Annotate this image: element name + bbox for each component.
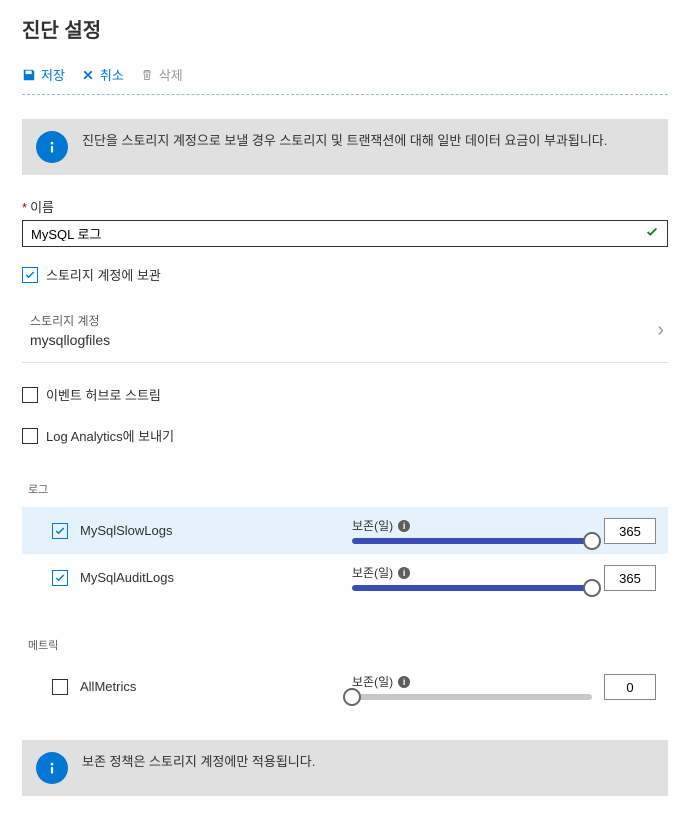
retention-slider[interactable] bbox=[352, 538, 592, 544]
eventhub-checkbox-row: 이벤트 허브로 스트림 bbox=[22, 385, 668, 404]
retention-label: 보존(일) bbox=[352, 517, 393, 534]
retention-slider[interactable] bbox=[352, 585, 592, 591]
storage-account-value: mysqllogfiles bbox=[30, 332, 657, 348]
metric-row: AllMetrics 보존(일) i bbox=[22, 663, 668, 710]
retention-input[interactable] bbox=[604, 518, 656, 544]
archive-storage-checkbox[interactable] bbox=[22, 267, 38, 283]
save-label: 저장 bbox=[41, 65, 65, 84]
valid-check-icon bbox=[645, 225, 659, 242]
logs-list: MySqlSlowLogs 보존(일) i MySqlAuditLogs 보존(일) i bbox=[22, 507, 668, 601]
log-checkbox[interactable] bbox=[52, 523, 68, 539]
slider-thumb[interactable] bbox=[583, 579, 601, 597]
delete-button[interactable]: 삭제 bbox=[140, 65, 183, 84]
loganalytics-checkbox[interactable] bbox=[22, 428, 38, 444]
eventhub-label: 이벤트 허브로 스트림 bbox=[46, 385, 161, 404]
archive-storage-checkbox-row: 스토리지 계정에 보관 bbox=[22, 265, 668, 284]
info-icon[interactable]: i bbox=[398, 567, 410, 579]
required-indicator: * bbox=[22, 200, 27, 215]
discard-label: 취소 bbox=[100, 65, 124, 84]
logs-section-label: 로그 bbox=[22, 481, 668, 497]
log-name: MySqlAuditLogs bbox=[80, 570, 174, 585]
metrics-section-label: 메트릭 bbox=[22, 637, 668, 653]
metric-name: AllMetrics bbox=[80, 679, 136, 694]
metrics-list: AllMetrics 보존(일) i bbox=[22, 663, 668, 710]
toolbar: 저장 취소 삭제 bbox=[22, 65, 668, 95]
info-icon bbox=[36, 131, 68, 163]
slider-thumb[interactable] bbox=[583, 532, 601, 550]
retention-input[interactable] bbox=[604, 674, 656, 700]
loganalytics-checkbox-row: Log Analytics에 보내기 bbox=[22, 426, 668, 445]
save-icon bbox=[22, 68, 36, 82]
retention-label: 보존(일) bbox=[352, 564, 393, 581]
info-banner-retention: 보존 정책은 스토리지 계정에만 적용됩니다. bbox=[22, 740, 668, 796]
name-label: *이름 bbox=[22, 197, 668, 216]
eventhub-checkbox[interactable] bbox=[22, 387, 38, 403]
log-row: MySqlSlowLogs 보존(일) i bbox=[22, 507, 668, 554]
slider-thumb[interactable] bbox=[343, 688, 361, 706]
info-text: 보존 정책은 스토리지 계정에만 적용됩니다. bbox=[82, 752, 315, 772]
name-input-wrapper bbox=[22, 220, 668, 247]
chevron-right-icon: › bbox=[657, 319, 668, 342]
discard-button[interactable]: 취소 bbox=[81, 65, 124, 84]
loganalytics-label: Log Analytics에 보내기 bbox=[46, 426, 174, 445]
storage-account-row[interactable]: 스토리지 계정 mysqllogfiles › bbox=[22, 302, 668, 363]
retention-input[interactable] bbox=[604, 565, 656, 591]
info-banner-storage-charge: 진단을 스토리지 계정으로 보낼 경우 스토리지 및 트랜잭션에 대해 일반 데… bbox=[22, 119, 668, 175]
trash-icon bbox=[140, 68, 154, 82]
archive-storage-label: 스토리지 계정에 보관 bbox=[46, 265, 161, 284]
metric-checkbox[interactable] bbox=[52, 679, 68, 695]
delete-label: 삭제 bbox=[159, 65, 183, 84]
info-text: 진단을 스토리지 계정으로 보낼 경우 스토리지 및 트랜잭션에 대해 일반 데… bbox=[82, 131, 607, 151]
name-input[interactable] bbox=[31, 226, 645, 241]
log-row: MySqlAuditLogs 보존(일) i bbox=[22, 554, 668, 601]
retention-slider[interactable] bbox=[352, 694, 592, 700]
info-icon[interactable]: i bbox=[398, 520, 410, 532]
log-checkbox[interactable] bbox=[52, 570, 68, 586]
storage-account-label: 스토리지 계정 bbox=[30, 312, 657, 329]
save-button[interactable]: 저장 bbox=[22, 65, 65, 84]
retention-label: 보존(일) bbox=[352, 673, 393, 690]
info-icon bbox=[36, 752, 68, 784]
log-name: MySqlSlowLogs bbox=[80, 523, 173, 538]
close-icon bbox=[81, 68, 95, 82]
page-title: 진단 설정 bbox=[22, 14, 668, 43]
info-icon[interactable]: i bbox=[398, 676, 410, 688]
